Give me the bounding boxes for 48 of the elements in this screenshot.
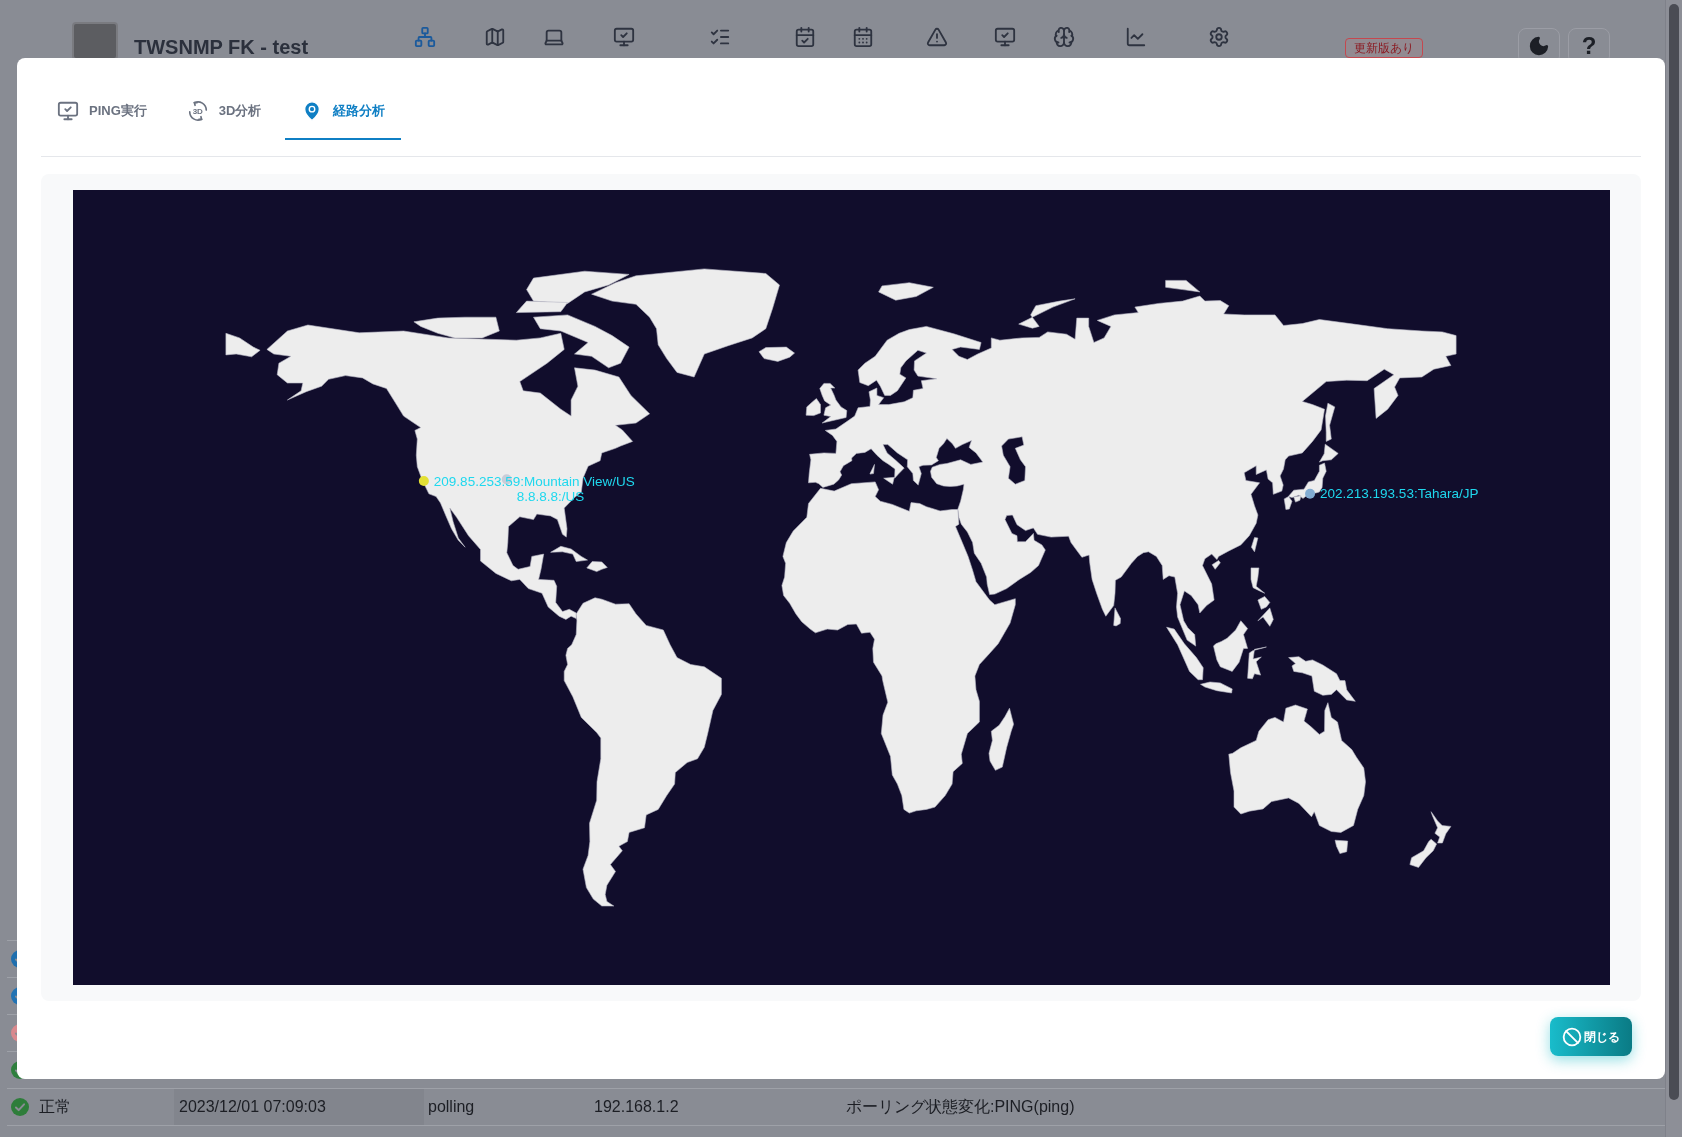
warning-icon[interactable] [926,26,949,48]
tab[interactable]: 経路分析 [285,82,402,140]
island [1250,537,1258,553]
location-label: 202.213.193.53:Tahara/JP [1319,486,1478,502]
calendar-icon[interactable] [852,26,875,48]
island [1211,560,1221,570]
island [1250,567,1265,594]
island [1430,811,1451,844]
inland-sea [1000,436,1026,485]
close-button[interactable]: 閉じる [1550,1017,1632,1056]
message-cell-text: ポーリング状態変化:PING(ping) [846,1097,1075,1117]
ban-icon [1562,1026,1582,1047]
rotate-arrows-icon [186,100,209,122]
island [1257,607,1274,627]
status-text: 正常 [39,1097,71,1117]
moon-icon [1528,35,1551,57]
icon-text: 3D [192,106,203,116]
calendar-check-icon[interactable] [794,26,817,48]
settings-icon[interactable] [1208,26,1231,48]
island [988,707,1014,771]
monitor-check-icon [57,100,79,122]
map-icon[interactable] [484,26,507,48]
island [1164,280,1200,293]
scrollbar[interactable] [1665,0,1682,1137]
island [869,464,875,475]
island [1409,839,1437,868]
island [1112,607,1121,627]
island [1257,596,1270,610]
island [1287,656,1356,702]
island [1334,839,1348,854]
island [882,477,895,485]
time-cell-text: 2023/12/01 07:09:03 [179,1097,326,1117]
app-title: TWSNMP FK - test [134,35,309,59]
tab[interactable]: 3D 3D分析 [170,82,278,140]
island [1017,298,1075,329]
update-badge: 更新版あり [1345,38,1424,58]
sitemap-icon[interactable] [414,26,437,48]
line-chart-icon[interactable] [1125,26,1148,48]
landmass [225,333,260,358]
type-cell-text: polling [428,1097,475,1117]
monitor-check-icon[interactable] [994,26,1017,48]
island [877,282,934,301]
location-label: 209.85.253.59:Mountain View/US [433,473,635,489]
photo-placeholder [72,22,118,60]
brain-icon[interactable] [1053,26,1076,48]
monitor-check-icon[interactable] [613,26,636,48]
ip-cell-text: 192.168.1.2 [594,1097,679,1117]
tab[interactable]: PING実行 [41,82,163,140]
